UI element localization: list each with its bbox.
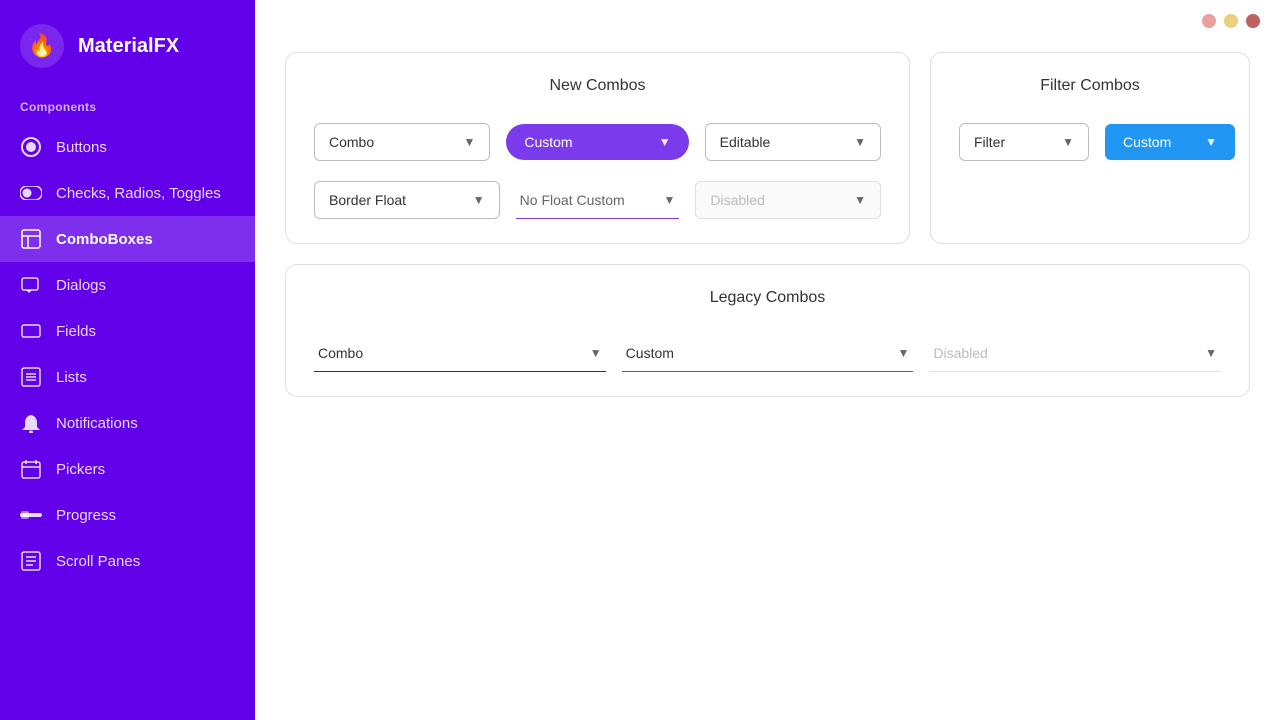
- sidebar-item-dialogs[interactable]: Dialogs: [0, 262, 255, 308]
- combo-custom-purple[interactable]: Custom ▼: [506, 124, 688, 160]
- toggle-icon: [20, 182, 42, 204]
- sidebar-item-pickers[interactable]: Pickers: [0, 446, 255, 492]
- dot-2: [1224, 14, 1238, 28]
- combo-legacy-combo-label: Combo: [318, 345, 363, 361]
- sidebar-label-notifications: Notifications: [56, 415, 138, 432]
- combo-custom-purple-arrow: ▼: [659, 135, 671, 149]
- sidebar-label-buttons: Buttons: [56, 139, 107, 156]
- logo-icon: 🔥: [20, 24, 64, 68]
- combo-legacy-combo[interactable]: Combo ▼: [314, 335, 606, 372]
- combo-editable-arrow: ▼: [854, 135, 866, 149]
- combo-custom-blue-label: Custom: [1123, 134, 1171, 150]
- sidebar-label-scroll-panes: Scroll Panes: [56, 553, 140, 570]
- sidebar-item-lists[interactable]: Lists: [0, 354, 255, 400]
- top-bar: [255, 0, 1280, 42]
- scroll-panes-icon: [20, 550, 42, 572]
- combo-editable[interactable]: Editable ▼: [705, 123, 881, 161]
- combo-standard[interactable]: Combo ▼: [314, 123, 490, 161]
- combo-legacy-custom-label: Custom: [626, 345, 674, 361]
- combo-disabled: Disabled ▼: [695, 181, 881, 219]
- combobox-icon: [20, 228, 42, 250]
- combo-custom-purple-label: Custom: [524, 134, 572, 150]
- filter-combos-title: Filter Combos: [959, 77, 1221, 95]
- sidebar-item-comboboxes[interactable]: ComboBoxes: [0, 216, 255, 262]
- pickers-icon: [20, 458, 42, 480]
- top-row: New Combos Combo ▼ Custom ▼ Editable ▼: [285, 52, 1250, 244]
- sidebar-item-checks[interactable]: Checks, Radios, Toggles: [0, 170, 255, 216]
- new-combos-title: New Combos: [314, 77, 881, 95]
- app-name: MaterialFX: [78, 35, 179, 58]
- combo-disabled-arrow: ▼: [854, 193, 866, 207]
- combo-border-float-label: Border Float: [329, 192, 406, 208]
- combo-legacy-combo-arrow: ▼: [590, 346, 602, 360]
- sidebar-label-lists: Lists: [56, 369, 87, 386]
- combo-legacy-custom-arrow: ▼: [897, 346, 909, 360]
- fields-icon: [20, 320, 42, 342]
- sidebar-item-fields[interactable]: Fields: [0, 308, 255, 354]
- sidebar-section-label: Components: [0, 92, 255, 124]
- sidebar-logo: 🔥 MaterialFX: [0, 0, 255, 92]
- combo-filter[interactable]: Filter ▼: [959, 123, 1089, 161]
- combo-legacy-disabled: Disabled ▼: [929, 335, 1221, 372]
- combo-no-float-label: No Float Custom: [520, 192, 625, 208]
- filter-combos-row1: Filter ▼ Custom ▼: [959, 123, 1221, 161]
- main-content: New Combos Combo ▼ Custom ▼ Editable ▼: [255, 0, 1280, 720]
- progress-icon: [20, 504, 42, 526]
- dialog-icon: [20, 274, 42, 296]
- filter-combos-card: Filter Combos Filter ▼ Custom ▼: [930, 52, 1250, 244]
- sidebar-item-buttons[interactable]: Buttons: [0, 124, 255, 170]
- dot-1: [1202, 14, 1216, 28]
- sidebar: 🔥 MaterialFX Components Buttons Checks, …: [0, 0, 255, 720]
- sidebar-label-checks: Checks, Radios, Toggles: [56, 185, 221, 202]
- new-combos-row2: Border Float ▼ No Float Custom ▼ Disable…: [314, 181, 881, 219]
- sidebar-item-notifications[interactable]: Notifications: [0, 400, 255, 446]
- sidebar-label-progress: Progress: [56, 507, 116, 524]
- combo-border-float-arrow: ▼: [473, 193, 485, 207]
- combo-border-float[interactable]: Border Float ▼: [314, 181, 500, 219]
- legacy-combos-card: Legacy Combos Combo ▼ Custom ▼ Disabled …: [285, 264, 1250, 397]
- sidebar-item-scroll-panes[interactable]: Scroll Panes: [0, 538, 255, 584]
- combo-disabled-label: Disabled: [710, 192, 764, 208]
- combo-filter-label: Filter: [974, 134, 1005, 150]
- combo-custom-blue[interactable]: Custom ▼: [1105, 124, 1235, 160]
- legacy-combos-title: Legacy Combos: [314, 289, 1221, 307]
- combo-standard-label: Combo: [329, 134, 374, 150]
- combo-custom-blue-arrow: ▼: [1205, 135, 1217, 149]
- notifications-icon: [20, 412, 42, 434]
- combo-editable-label: Editable: [720, 134, 771, 150]
- sidebar-label-dialogs: Dialogs: [56, 277, 106, 294]
- content-area: New Combos Combo ▼ Custom ▼ Editable ▼: [255, 42, 1280, 720]
- dot-3: [1246, 14, 1260, 28]
- new-combos-card: New Combos Combo ▼ Custom ▼ Editable ▼: [285, 52, 910, 244]
- sidebar-item-progress[interactable]: Progress: [0, 492, 255, 538]
- combo-standard-arrow: ▼: [463, 135, 475, 149]
- combo-legacy-custom[interactable]: Custom ▼: [622, 335, 914, 372]
- radio-icon: [20, 136, 42, 158]
- combo-no-float-arrow: ▼: [663, 193, 675, 207]
- combo-filter-arrow: ▼: [1062, 135, 1074, 149]
- legacy-combos-row1: Combo ▼ Custom ▼ Disabled ▼: [314, 335, 1221, 372]
- combo-legacy-disabled-label: Disabled: [933, 345, 987, 361]
- combo-no-float-custom[interactable]: No Float Custom ▼: [516, 182, 680, 219]
- new-combos-row1: Combo ▼ Custom ▼ Editable ▼: [314, 123, 881, 161]
- sidebar-label-fields: Fields: [56, 323, 96, 340]
- combo-legacy-disabled-arrow: ▼: [1205, 346, 1217, 360]
- lists-icon: [20, 366, 42, 388]
- sidebar-label-comboboxes: ComboBoxes: [56, 231, 153, 248]
- sidebar-label-pickers: Pickers: [56, 461, 105, 478]
